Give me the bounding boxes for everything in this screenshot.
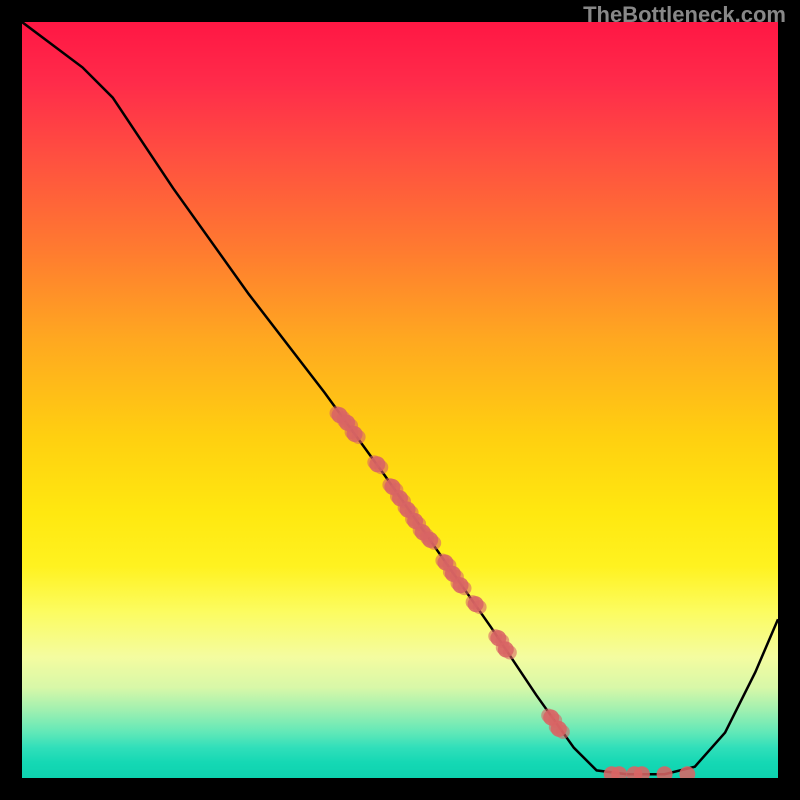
chart-svg: [22, 22, 778, 778]
data-points-curve-group: [332, 407, 567, 737]
data-point-jitter: [337, 414, 351, 428]
data-point-jitter: [496, 641, 510, 655]
data-point-jitter: [330, 406, 344, 420]
data-point: [422, 532, 438, 548]
data-point: [392, 490, 408, 506]
data-point-jitter-group: [330, 406, 570, 739]
data-point: [437, 555, 453, 571]
data-point-jitter: [495, 634, 509, 648]
data-point: [347, 426, 363, 442]
data-point-jitter: [451, 576, 465, 590]
data-point: [490, 630, 506, 646]
data-point-jitter: [548, 714, 562, 728]
data-point-jitter: [374, 460, 388, 474]
data-point: [384, 479, 400, 495]
data-point: [332, 407, 348, 423]
chart-plot-area: [22, 22, 778, 778]
data-point-jitter: [556, 725, 570, 739]
data-point-jitter: [435, 554, 449, 568]
data-point-jitter: [442, 559, 456, 573]
data-point-jitter: [337, 411, 351, 425]
data-point: [543, 710, 559, 726]
data-point-jitter: [412, 517, 426, 531]
data-point-bottom: [657, 766, 673, 778]
data-point-jitter: [345, 425, 359, 439]
data-point: [551, 721, 567, 737]
data-point: [415, 524, 431, 540]
data-points-bottom-group: [604, 766, 696, 778]
data-point-jitter: [466, 595, 480, 609]
data-point: [468, 596, 484, 612]
data-point-jitter: [458, 581, 472, 595]
data-point: [445, 566, 461, 582]
data-point: [400, 502, 416, 518]
data-point-jitter: [427, 536, 441, 550]
curve-line: [22, 22, 778, 774]
data-point-jitter: [389, 483, 403, 497]
data-point-jitter: [420, 531, 434, 545]
data-point-jitter: [549, 720, 563, 734]
data-point-jitter: [405, 512, 419, 526]
data-point: [339, 415, 355, 431]
data-point-jitter: [473, 600, 487, 614]
data-point-bottom: [611, 766, 627, 778]
data-point-jitter: [420, 528, 434, 542]
data-point-jitter: [503, 646, 517, 660]
data-point-jitter: [488, 629, 502, 643]
data-point-jitter: [413, 523, 427, 537]
data-point-jitter: [397, 494, 411, 508]
data-point-bottom: [626, 766, 642, 778]
data-point-bottom: [634, 766, 650, 778]
data-point: [498, 642, 514, 658]
data-point-jitter: [398, 501, 412, 515]
data-point-bottom: [679, 766, 695, 778]
data-point: [369, 456, 385, 472]
data-point: [453, 577, 469, 593]
data-point-jitter: [405, 506, 419, 520]
data-point-bottom: [604, 766, 620, 778]
data-point: [407, 513, 423, 529]
data-point-jitter: [352, 430, 366, 444]
data-point-jitter: [450, 570, 464, 584]
data-point-jitter: [344, 419, 358, 433]
data-point-jitter: [541, 709, 555, 723]
data-point-jitter: [443, 565, 457, 579]
watermark-text: TheBottleneck.com: [583, 2, 786, 28]
data-point-jitter: [390, 489, 404, 503]
data-point-jitter: [367, 455, 381, 469]
data-point-jitter: [382, 478, 396, 492]
